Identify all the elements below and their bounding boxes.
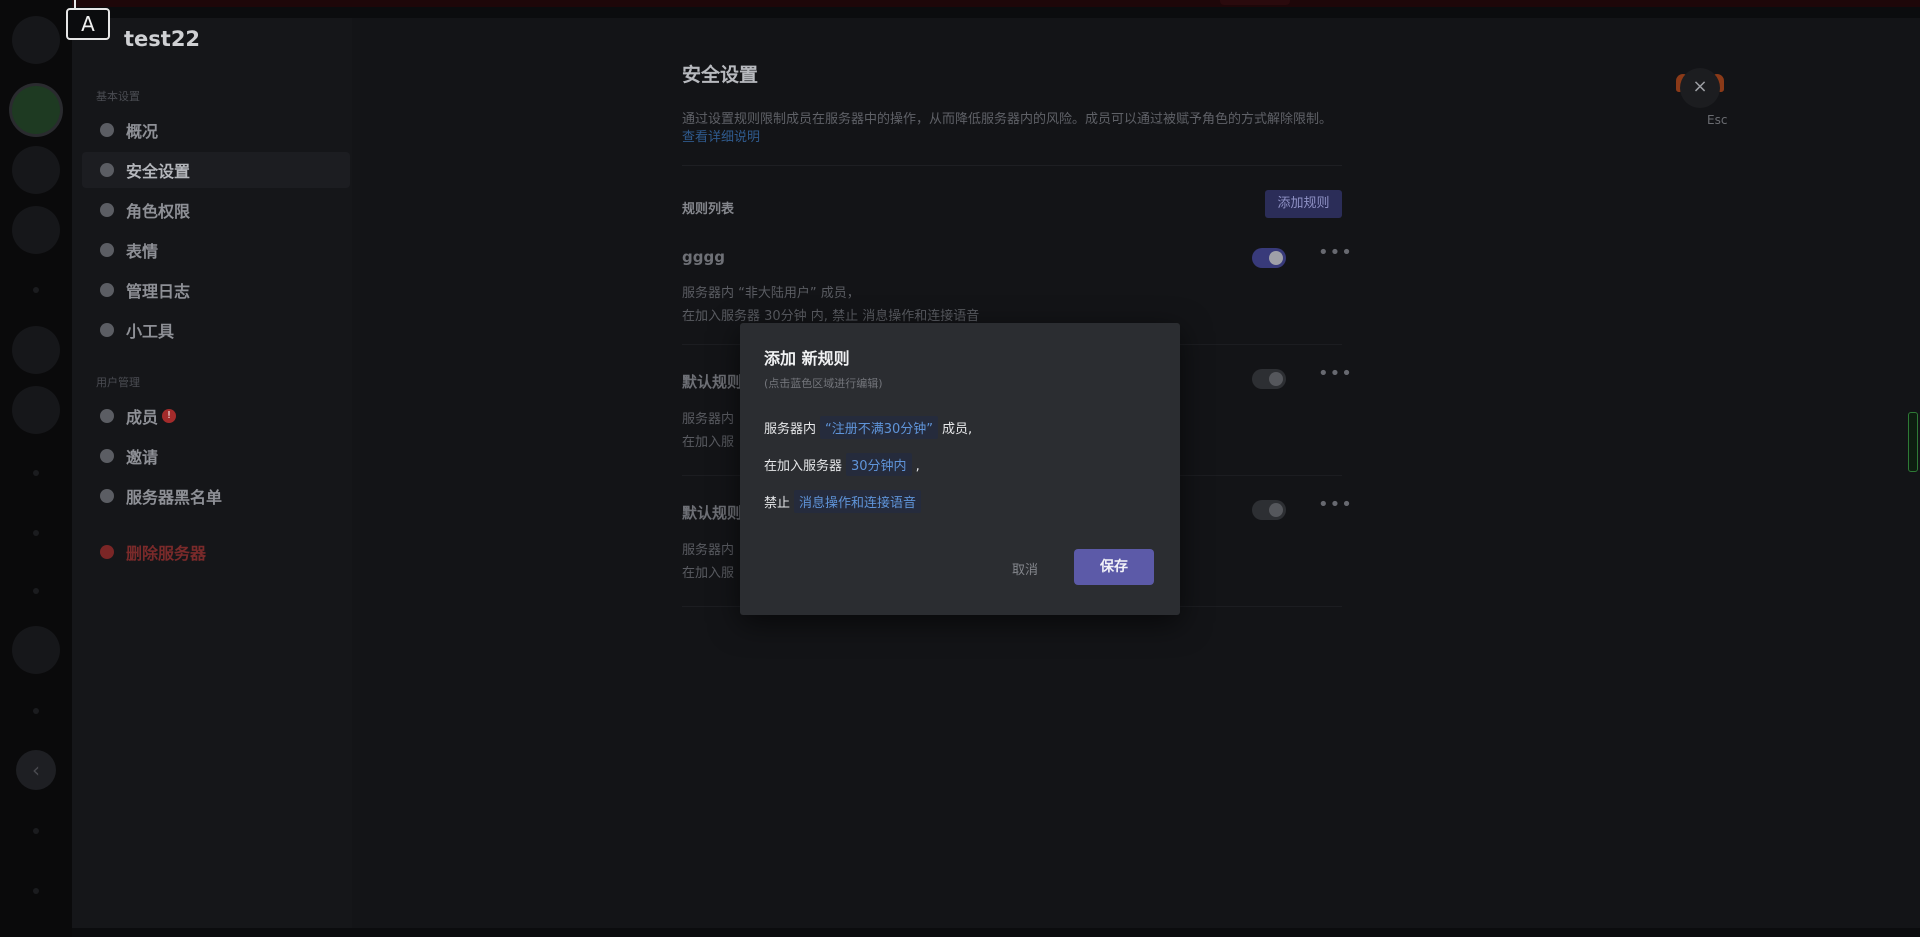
add-rule-modal: 添加 新规则 (点击蓝色区域进行编辑) 服务器内 “注册不满30分钟” 成员, 在加… <box>740 323 1180 615</box>
member-condition-chip[interactable]: “注册不满30分钟” <box>820 416 939 439</box>
line-suffix: 成员, <box>942 422 973 437</box>
modal-hint: (点击蓝色区域进行编辑) <box>764 377 883 390</box>
rule-condition-line: 服务器内 “注册不满30分钟” 成员, <box>764 416 972 439</box>
modal-title: 添加 新规则 <box>764 349 850 368</box>
duration-chip[interactable]: 30分钟内 <box>846 453 912 476</box>
restriction-chip[interactable]: 消息操作和连接语音 <box>794 490 922 513</box>
rule-action-line: 禁止 消息操作和连接语音 <box>764 490 925 513</box>
line-suffix: , <box>915 459 920 474</box>
line-prefix: 禁止 <box>764 496 791 511</box>
line-prefix: 在加入服务器 <box>764 459 843 474</box>
save-button[interactable]: 保存 <box>1074 549 1154 585</box>
rule-time-line: 在加入服务器 30分钟内, <box>764 453 920 476</box>
cancel-button[interactable]: 取消 <box>1012 559 1038 578</box>
line-prefix: 服务器内 <box>764 422 817 437</box>
